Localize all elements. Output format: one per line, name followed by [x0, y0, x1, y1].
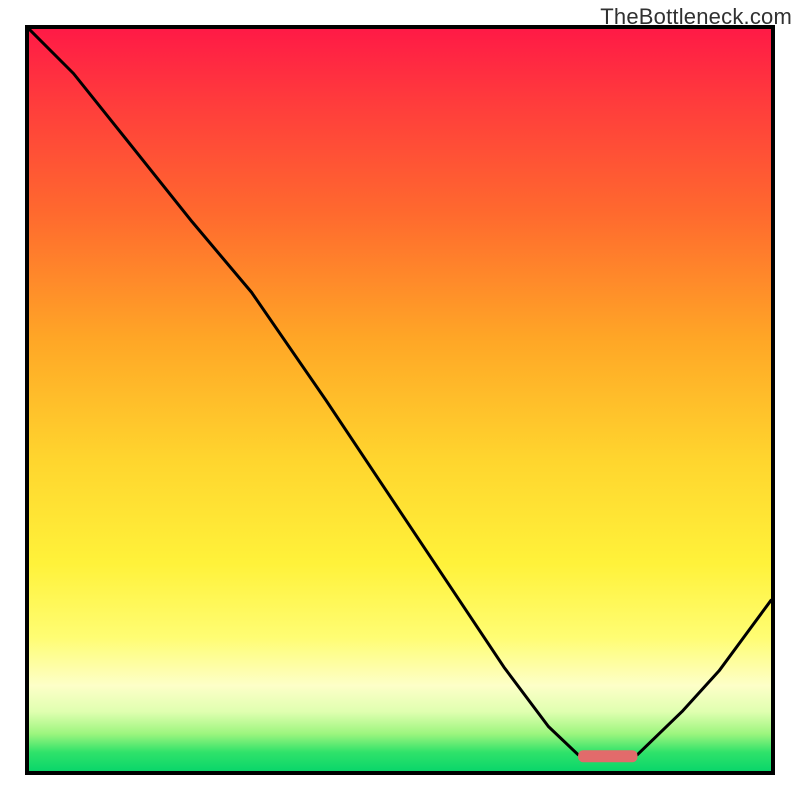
optimal-marker [578, 750, 637, 762]
chart-svg [29, 29, 771, 771]
bottleneck-curve [29, 29, 771, 756]
chart-container: TheBottleneck.com [0, 0, 800, 800]
watermark-text: TheBottleneck.com [600, 4, 792, 30]
